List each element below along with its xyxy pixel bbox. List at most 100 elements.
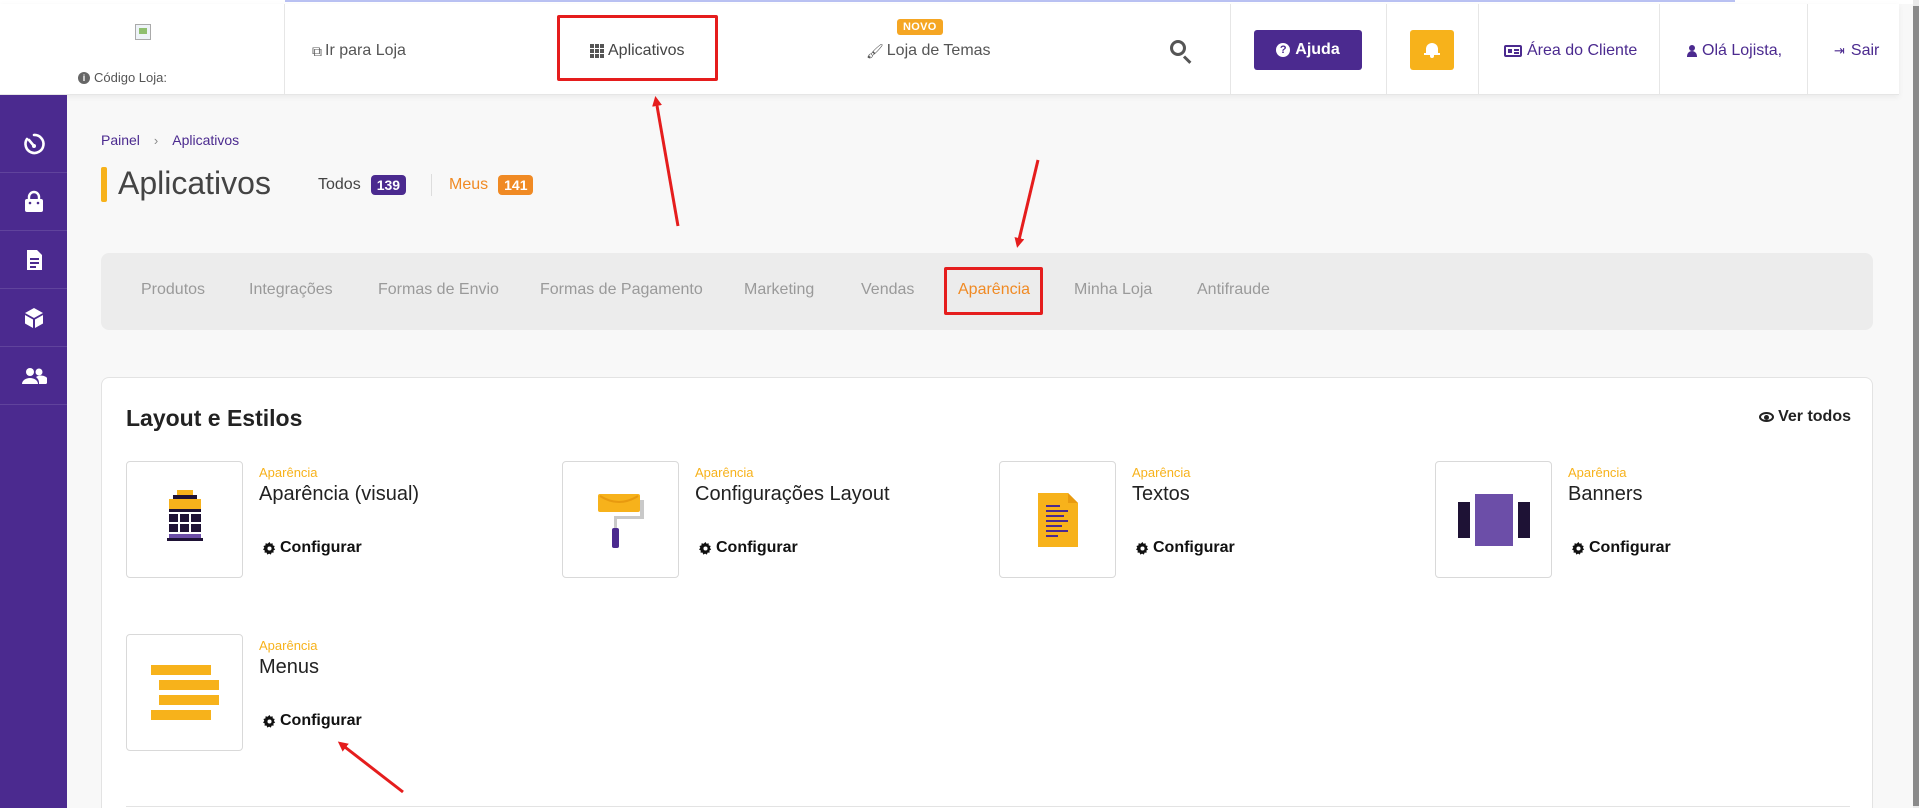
apps-label: Aplicativos [608, 42, 685, 59]
app-thumbnail[interactable] [126, 461, 243, 578]
configure-label: Configurar [716, 539, 798, 556]
user-icon [1687, 45, 1697, 57]
breadcrumb-home[interactable]: Painel [101, 132, 140, 148]
help-button[interactable]: ? Ajuda [1254, 30, 1362, 70]
arrow-icon [1014, 159, 1040, 248]
app-thumbnail[interactable] [999, 461, 1116, 578]
eye-icon [1759, 412, 1775, 422]
breadcrumb-current[interactable]: Aplicativos [172, 132, 239, 148]
broken-image-icon[interactable] [135, 24, 151, 40]
app-name: Banners [1568, 483, 1643, 505]
storefront-icon [166, 489, 203, 541]
navbar-divider [1659, 4, 1660, 95]
navbar-divider [1807, 4, 1808, 95]
filter-mine-label: Meus [449, 176, 489, 193]
configure-button[interactable]: Configurar [263, 712, 362, 730]
themes-store-link[interactable]: 🖌 Loja de Temas [866, 42, 991, 60]
logout-label: Sair [1850, 42, 1880, 59]
sidebar-item-documents[interactable] [0, 231, 67, 289]
scrollbar-thumb[interactable] [1913, 6, 1919, 806]
sidebar-item-customers[interactable] [0, 347, 67, 405]
app-category: Aparência [259, 638, 318, 653]
go-to-store-link[interactable]: ⧉ Ir para Loja [312, 42, 406, 60]
app-thumbnail[interactable] [126, 634, 243, 751]
app-category: Aparência [259, 465, 318, 480]
configure-button[interactable]: Configurar [263, 539, 362, 557]
shopping-bag-icon [24, 190, 43, 212]
client-area-link[interactable]: Área do Cliente [1504, 42, 1637, 60]
filter-my-apps[interactable]: Meus 141 [449, 175, 534, 195]
users-icon [21, 367, 47, 384]
configure-button[interactable]: Configurar [1136, 539, 1235, 557]
app-name: Aparência (visual) [259, 483, 420, 505]
configure-label: Configurar [280, 712, 362, 729]
app-name: Configurações Layout [695, 483, 890, 505]
store-logo-block: i Código Loja: [0, 4, 285, 94]
help-label: Ajuda [1295, 41, 1340, 58]
gear-icon [1136, 541, 1149, 555]
menu-bars-icon [150, 664, 219, 720]
layout-styles-panel: Layout e Estilos Ver todos Aparência Apa… [101, 377, 1873, 808]
category-tabs: Produtos Integrações Formas de Envio For… [101, 253, 1873, 330]
search-icon[interactable] [1168, 38, 1194, 64]
greeting-label: Olá Lojista, [1702, 42, 1783, 59]
tab-formas-de-pagamento[interactable]: Formas de Pagamento [540, 281, 703, 299]
tab-formas-de-envio[interactable]: Formas de Envio [378, 281, 499, 299]
client-area-label: Área do Cliente [1527, 42, 1638, 59]
tab-aparencia[interactable]: Aparência [958, 281, 1030, 299]
app-name: Menus [259, 656, 320, 678]
app-category: Aparência [1568, 465, 1627, 480]
store-code: i Código Loja: [78, 70, 167, 85]
store-code-label: Código Loja: [94, 70, 167, 85]
configure-label: Configurar [1153, 539, 1235, 556]
document-icon [26, 249, 42, 270]
gear-icon [263, 714, 276, 728]
banner-slides-icon [1457, 493, 1530, 546]
tab-integracoes[interactable]: Integrações [249, 281, 333, 299]
app-name: Textos [1132, 483, 1190, 505]
filter-divider [431, 174, 432, 196]
apps-link[interactable]: Aplicativos [590, 42, 684, 60]
sign-out-icon: ⇥ [1834, 43, 1845, 58]
tab-antifraude[interactable]: Antifraude [1197, 281, 1270, 299]
tab-produtos[interactable]: Produtos [141, 281, 205, 299]
id-card-icon [1504, 45, 1522, 57]
notifications-button[interactable] [1410, 30, 1454, 70]
sidebar-item-products[interactable] [0, 289, 67, 347]
see-all-link[interactable]: Ver todos [1759, 408, 1851, 426]
title-accent-bar [101, 167, 107, 202]
sidebar-item-orders[interactable] [0, 173, 67, 231]
new-badge: NOVO [897, 19, 943, 35]
user-menu[interactable]: Olá Lojista, [1687, 42, 1782, 60]
configure-button[interactable]: Configurar [699, 539, 798, 557]
app-category: Aparência [695, 465, 754, 480]
filter-all-apps[interactable]: Todos 139 [318, 175, 407, 195]
sidebar-item-dashboard[interactable] [0, 115, 67, 173]
filter-mine-count: 141 [498, 175, 534, 195]
sidebar [0, 95, 67, 808]
tab-vendas[interactable]: Vendas [861, 281, 914, 299]
dashboard-gauge-icon [23, 133, 45, 154]
configure-button[interactable]: Configurar [1572, 539, 1671, 557]
panel-bottom-divider [126, 806, 1850, 807]
go-to-store-label: Ir para Loja [325, 42, 406, 59]
section-title: Layout e Estilos [126, 405, 303, 431]
themes-store-label: Loja de Temas [886, 42, 991, 59]
app-thumbnail[interactable] [562, 461, 679, 578]
gear-icon [1572, 541, 1585, 555]
logout-link[interactable]: ⇥ Sair [1834, 42, 1879, 60]
top-navbar: i Código Loja: ⧉ Ir para Loja Aplicativo… [0, 4, 1899, 95]
app-thumbnail[interactable] [1435, 461, 1552, 578]
box-icon [24, 307, 43, 328]
tab-marketing[interactable]: Marketing [744, 281, 814, 299]
arrow-icon [652, 96, 680, 227]
question-icon: ? [1276, 43, 1291, 57]
breadcrumb: Painel › Aplicativos [101, 132, 239, 148]
gear-icon [699, 541, 712, 555]
gear-icon [263, 541, 276, 555]
grid-icon [590, 44, 604, 58]
tab-minha-loja[interactable]: Minha Loja [1074, 281, 1152, 299]
filter-all-label: Todos [318, 176, 361, 193]
bell-icon [1424, 42, 1440, 58]
breadcrumb-separator-icon: › [153, 132, 159, 148]
